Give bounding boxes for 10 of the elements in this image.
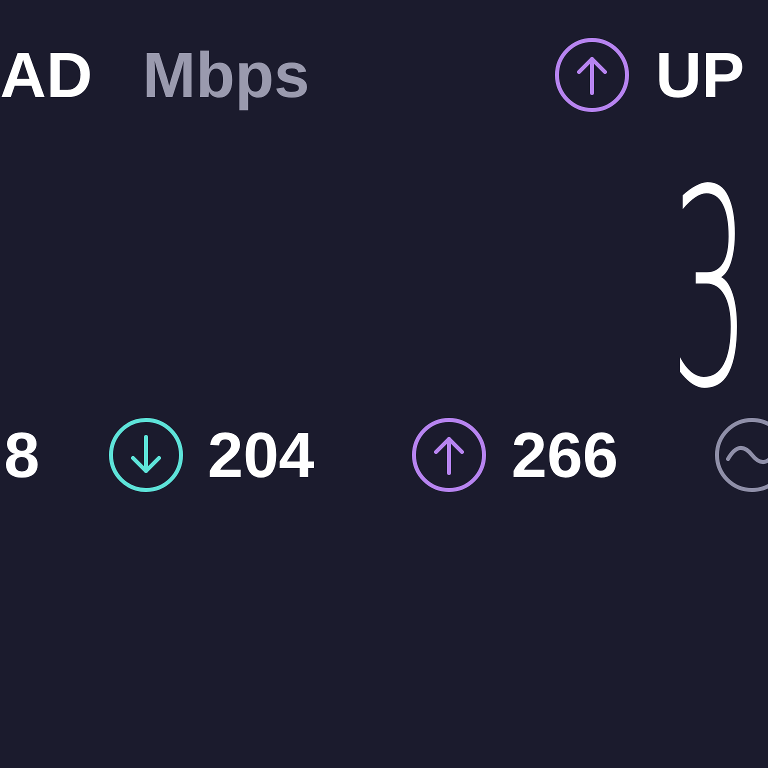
wave-icon (714, 417, 768, 493)
upload-speed-value: 3 (670, 132, 750, 450)
download-label: AD (0, 43, 92, 107)
stat-value: 8 (4, 423, 40, 487)
stat-value: 204 (208, 423, 314, 487)
upload-icon (554, 37, 630, 113)
stat-value: 266 (511, 423, 618, 487)
download-icon (108, 417, 184, 493)
upload-icon (411, 417, 488, 493)
upload-label: UP (656, 43, 744, 107)
